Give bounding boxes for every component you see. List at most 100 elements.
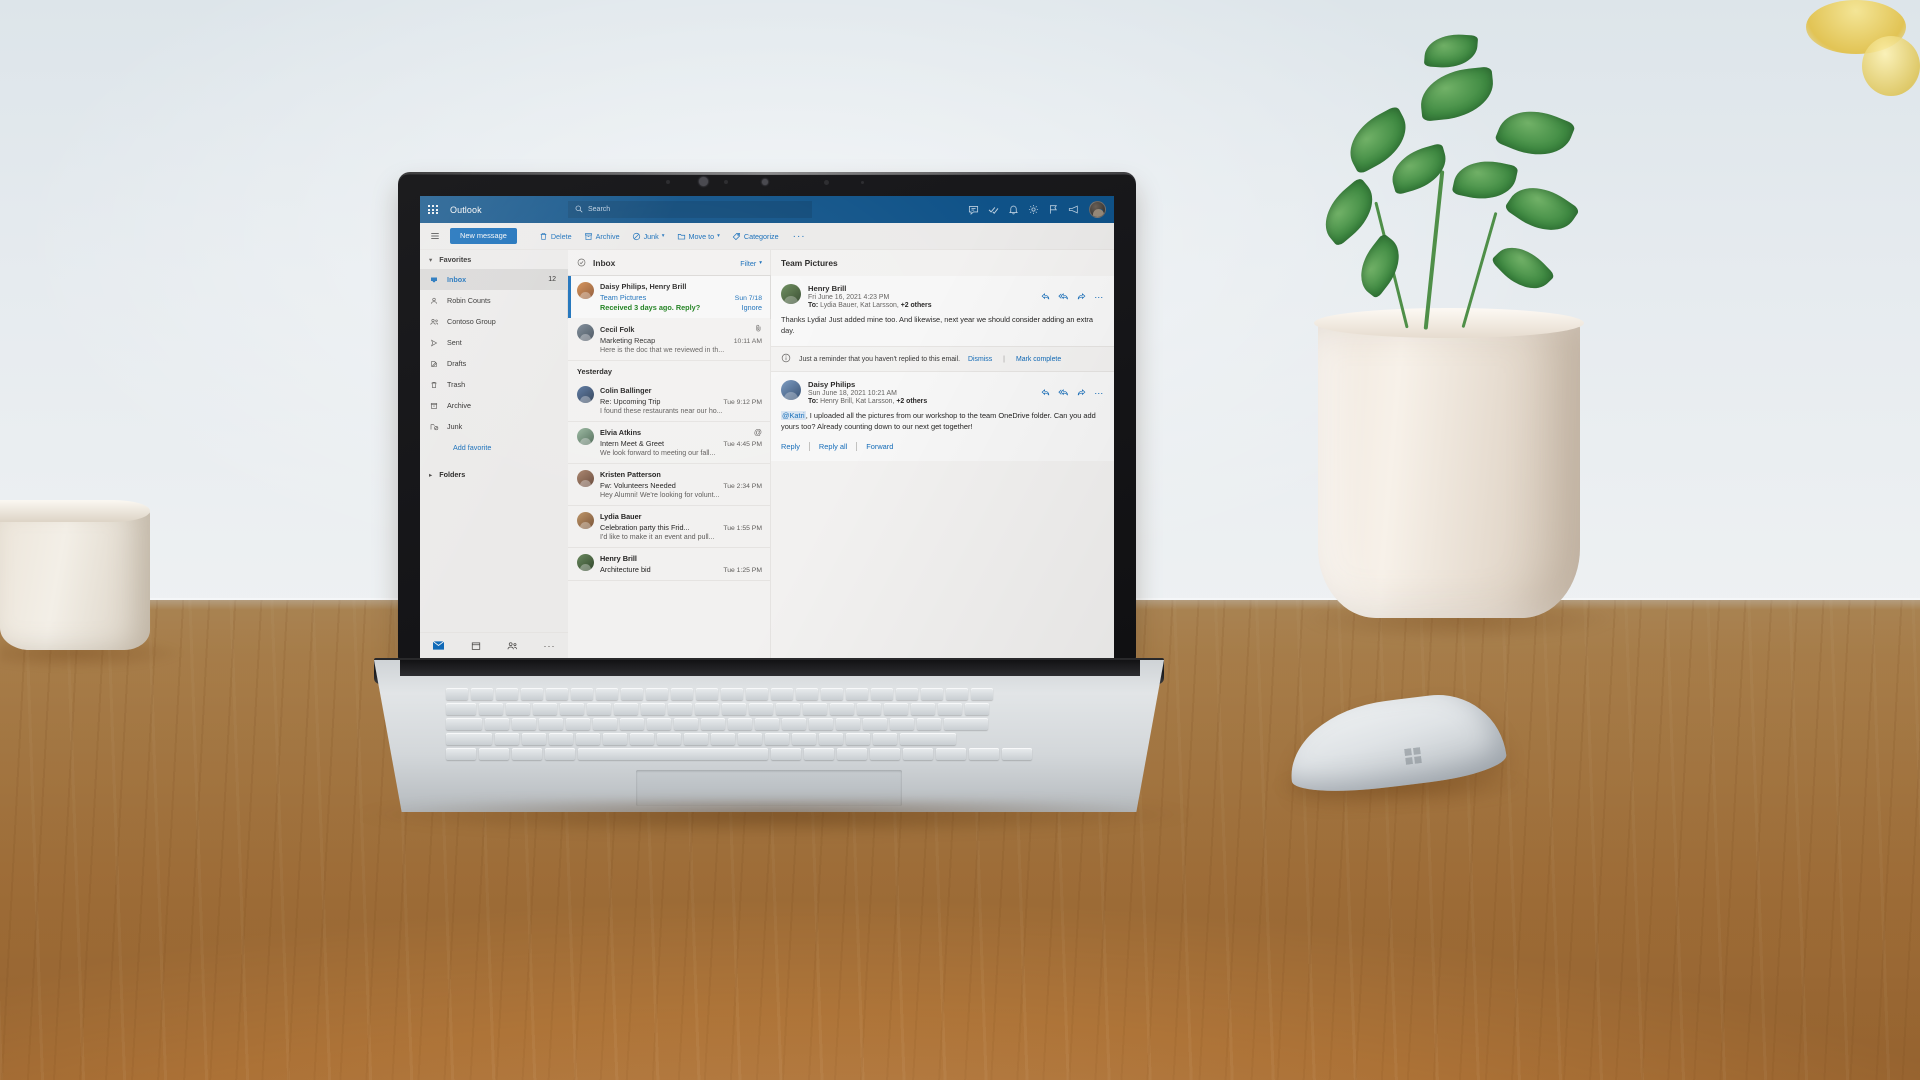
table-row[interactable]: Daisy Philips, Henry Brill Team Pictures… — [568, 276, 770, 318]
junk-button[interactable]: Junk ▾ — [626, 226, 671, 246]
bottom-app-nav: ··· — [420, 632, 568, 658]
to-others[interactable]: +2 others — [901, 302, 932, 309]
message-time: Tue 1:25 PM — [723, 566, 762, 574]
chevron-down-icon[interactable]: ▾ — [429, 256, 432, 264]
more-actions-icon[interactable]: ⋯ — [1094, 388, 1104, 398]
more-nav-icon[interactable]: ··· — [531, 641, 568, 651]
forward-icon[interactable] — [1077, 388, 1086, 399]
message-sender: Colin Ballinger — [600, 386, 652, 395]
sidebar-item-label: Inbox — [447, 275, 467, 284]
reply-all-icon[interactable] — [1058, 388, 1069, 399]
chevron-down-icon[interactable]: ▾ — [662, 233, 665, 239]
select-all-circle-icon[interactable] — [577, 258, 586, 269]
settings-gear-icon[interactable] — [1028, 204, 1039, 215]
sidebar-item-robin-counts[interactable]: Robin Counts — [420, 290, 568, 311]
search-input[interactable]: Search — [588, 206, 610, 213]
message-summary: Daisy Philips, Henry Brill Team Pictures… — [600, 282, 762, 312]
message-sender: Daisy Philips, Henry Brill — [600, 282, 687, 291]
sidebar-item-drafts[interactable]: Drafts — [420, 353, 568, 374]
reply-icon[interactable] — [1041, 388, 1050, 399]
notifications-bell-icon[interactable] — [1008, 204, 1019, 215]
to-others[interactable]: +2 others — [896, 398, 927, 405]
table-row[interactable]: Cecil Folk Marketing Recap 10:11 AM Here… — [568, 318, 770, 361]
chevron-down-icon[interactable]: ▾ — [717, 233, 720, 239]
ignore-nudge-button[interactable]: Ignore — [742, 303, 762, 312]
dismiss-link[interactable]: Dismiss — [968, 356, 992, 363]
message-sender: Henry Brill — [600, 554, 637, 563]
sidebar-item-junk[interactable]: Junk — [420, 416, 568, 437]
sidebar-item-trash[interactable]: Trash — [420, 374, 568, 395]
laptop: Outlook Search New message Delete Archiv… — [0, 0, 1920, 1080]
tasks-check-icon[interactable] — [988, 204, 999, 215]
message-sender: Kristen Patterson — [600, 470, 661, 479]
command-overflow-button[interactable]: ··· — [785, 231, 814, 242]
chevron-right-icon[interactable]: ▸ — [429, 471, 432, 479]
people-nav-icon[interactable] — [494, 641, 531, 651]
delete-button[interactable]: Delete — [533, 226, 578, 246]
message-preview: Here is the doc that we reviewed in th..… — [600, 346, 725, 354]
favorites-group-header[interactable]: ▾ Favorites — [420, 250, 568, 269]
message-subject: Architecture bid — [600, 564, 651, 574]
sidebar-item-label: Junk — [447, 422, 463, 431]
inbox-unread-count: 12 — [548, 276, 556, 283]
keyboard — [446, 688, 1086, 764]
search-box[interactable]: Search — [568, 201, 812, 218]
move-to-button[interactable]: Move to ▾ — [671, 226, 726, 246]
account-avatar[interactable] — [1089, 201, 1106, 218]
app-launcher-icon[interactable] — [420, 204, 446, 215]
sidebar-item-contoso-group[interactable]: Contoso Group — [420, 311, 568, 332]
reply-all-icon[interactable] — [1058, 292, 1069, 303]
message-header: Henry Brill Fri June 16, 2021 4:23 PM To… — [781, 284, 1104, 309]
message-subject: Re: Upcoming Trip — [600, 396, 661, 406]
sidebar-item-label: Trash — [447, 380, 466, 389]
chat-icon[interactable] — [968, 204, 979, 215]
calendar-nav-icon[interactable] — [457, 641, 494, 651]
avatar — [577, 282, 594, 299]
table-row[interactable]: Colin Ballinger Re: Upcoming Trip Tue 9:… — [568, 380, 770, 422]
reply-all-button[interactable]: Reply all — [810, 442, 856, 451]
table-row[interactable]: Kristen Patterson Fw: Volunteers Needed … — [568, 464, 770, 506]
trash-icon — [429, 381, 439, 389]
message-actions: ⋯ — [1041, 380, 1104, 405]
sidebar-item-archive[interactable]: Archive — [420, 395, 568, 416]
presence-indicator — [1098, 209, 1103, 214]
message-list-header: Inbox Filter ▾ — [568, 250, 770, 276]
more-actions-icon[interactable]: ⋯ — [1094, 292, 1104, 302]
reply-button[interactable]: Reply — [781, 442, 809, 451]
mark-complete-link[interactable]: Mark complete — [1016, 356, 1061, 363]
mention-chip[interactable]: @Katri — [781, 411, 806, 421]
forward-button[interactable]: Forward — [857, 442, 902, 451]
nav-toggle-hamburger-icon[interactable] — [420, 231, 450, 241]
sidebar-item-sent[interactable]: Sent — [420, 332, 568, 353]
sidebar-item-label: Contoso Group — [447, 317, 496, 326]
archive-label: Archive — [595, 231, 620, 241]
add-favorite-link[interactable]: Add favorite — [420, 437, 568, 458]
categorize-button[interactable]: Categorize — [726, 226, 785, 246]
table-row[interactable]: Lydia Bauer Celebration party this Frid.… — [568, 506, 770, 548]
reminder-text: Just a reminder that you haven't replied… — [799, 355, 961, 363]
email-message-card: Daisy Philips Sun June 18, 2021 10:21 AM… — [771, 372, 1114, 461]
message-list-title: Inbox — [593, 258, 616, 268]
new-message-button[interactable]: New message — [450, 228, 517, 244]
message-preview: We look forward to meeting our fall... — [600, 449, 716, 457]
delete-label: Delete — [550, 231, 572, 241]
main-columns: ▾ Favorites Inbox 12 Robin Counts Contos… — [420, 250, 1114, 658]
archive-button[interactable]: Archive — [578, 226, 626, 246]
flag-icon[interactable] — [1048, 204, 1059, 215]
message-preview: I found these restaurants near our ho... — [600, 407, 723, 415]
message-time: 10:11 AM — [733, 337, 762, 345]
message-time: Tue 9:12 PM — [723, 398, 762, 406]
filter-button[interactable]: Filter ▾ — [740, 259, 762, 268]
sensor-dot — [666, 180, 670, 184]
mail-nav-icon[interactable] — [420, 641, 457, 650]
message-summary: Henry Brill Architecture bid Tue 1:25 PM — [600, 554, 762, 574]
table-row[interactable]: Henry Brill Architecture bid Tue 1:25 PM — [568, 548, 770, 581]
sidebar-item-inbox[interactable]: Inbox 12 — [420, 269, 568, 290]
table-row[interactable]: Elvia Atkins @ Intern Meet & Greet Tue 4… — [568, 422, 770, 464]
folders-group-header[interactable]: ▸ Folders — [420, 465, 568, 484]
archive-box-icon — [429, 402, 439, 410]
forward-icon[interactable] — [1077, 292, 1086, 303]
feedback-megaphone-icon[interactable] — [1068, 204, 1080, 215]
reading-pane: Team Pictures Henry Brill Fri June 16, 2… — [771, 250, 1114, 658]
reply-icon[interactable] — [1041, 292, 1050, 303]
